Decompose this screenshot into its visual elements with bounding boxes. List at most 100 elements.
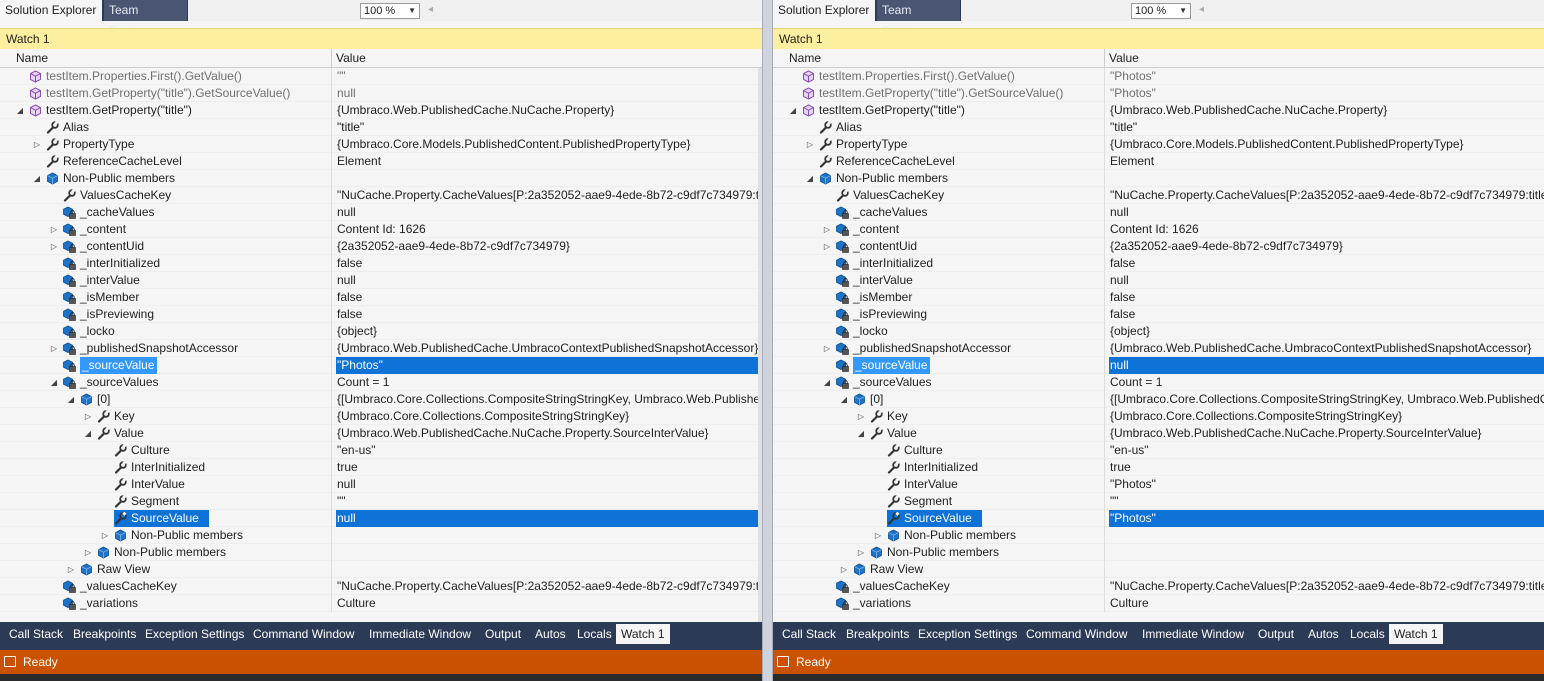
watch-row-value[interactable]: null bbox=[1109, 272, 1544, 289]
watch-row-value[interactable]: {Umbraco.Web.PublishedCache.UmbracoConte… bbox=[1109, 340, 1544, 357]
watch-row-0[interactable]: ◢ [0] {[Umbraco.Core.Collections.Composite… bbox=[0, 391, 762, 408]
tab-autos[interactable]: Autos bbox=[1303, 624, 1344, 644]
watch-row-value[interactable]: "Photos" bbox=[1109, 476, 1544, 493]
watch-row-interinitialized[interactable]: InterInitialized true bbox=[773, 459, 1544, 476]
tab-call-stack[interactable]: Call Stack bbox=[777, 624, 841, 644]
watch-row-sourcevalues[interactable]: ◢ _sourceValues Count = 1 bbox=[0, 374, 762, 391]
watch-row-value[interactable]: "Photos" bbox=[1109, 85, 1544, 102]
watch-row-value[interactable]: "NuCache.Property.CacheValues[P:2a352052… bbox=[1109, 187, 1544, 204]
watch-row-value[interactable]: {Umbraco.Web.PublishedCache.NuCache.Prop… bbox=[1109, 102, 1544, 119]
watch-row-value[interactable]: "" bbox=[336, 493, 762, 510]
watch-row-content[interactable]: ▷ _content Content Id: 1626 bbox=[773, 221, 1544, 238]
watch-row-value[interactable]: null bbox=[1109, 357, 1544, 374]
watch-row-value[interactable]: Count = 1 bbox=[1109, 374, 1544, 391]
expand-arrow-icon[interactable]: ▷ bbox=[49, 340, 59, 357]
tab-call-stack[interactable]: Call Stack bbox=[4, 624, 68, 644]
watch-row-non-public-members[interactable]: ▷ Non-Public members bbox=[773, 527, 1544, 544]
watch-row-valuescachekey[interactable]: _valuesCacheKey "NuCache.Property.CacheVa… bbox=[0, 578, 762, 595]
watch-row-value[interactable]: true bbox=[336, 459, 762, 476]
expand-arrow-icon[interactable]: ▷ bbox=[32, 136, 42, 153]
watch-row-value[interactable] bbox=[336, 544, 762, 561]
tab-immediate-window[interactable]: Immediate Window bbox=[364, 624, 476, 644]
watch-row-value[interactable] bbox=[1109, 544, 1544, 561]
watch-row-value[interactable]: {Umbraco.Web.PublishedCache.NuCache.Prop… bbox=[336, 425, 762, 442]
watch-row-locko[interactable]: _locko {object} bbox=[0, 323, 762, 340]
watch-row-testitem-properties-first-getvalue[interactable]: testItem.Properties.First().GetValue() "P… bbox=[773, 68, 1544, 85]
watch-row-value[interactable]: {Umbraco.Core.Models.PublishedContent.Pu… bbox=[1109, 136, 1544, 153]
watch-row-alias[interactable]: Alias "title" bbox=[773, 119, 1544, 136]
watch-row-referencecachelevel[interactable]: ReferenceCacheLevel Element bbox=[773, 153, 1544, 170]
watch-row-contentuid[interactable]: ▷ _contentUid {2a352052-aae9-4ede-8b72-c9d… bbox=[773, 238, 1544, 255]
watch-row-value[interactable]: null bbox=[336, 476, 762, 493]
watch-row-testitem-properties-first-getvalue[interactable]: testItem.Properties.First().GetValue() "" bbox=[0, 68, 762, 85]
tab-command-window[interactable]: Command Window bbox=[248, 624, 359, 644]
zoom-select[interactable]: 100 % ▼ bbox=[1131, 3, 1191, 19]
watch-row-propertytype[interactable]: ▷ PropertyType {Umbraco.Core.Models.Publis… bbox=[773, 136, 1544, 153]
value-column-header[interactable]: Value bbox=[336, 49, 366, 67]
watch-row-referencecachelevel[interactable]: ReferenceCacheLevel Element bbox=[0, 153, 762, 170]
watch-row-raw-view[interactable]: ▷ Raw View bbox=[773, 561, 1544, 578]
watch-row-interinitialized[interactable]: _interInitialized false bbox=[773, 255, 1544, 272]
tab-breakpoints[interactable]: Breakpoints bbox=[841, 624, 914, 644]
watch-row-value[interactable] bbox=[336, 561, 762, 578]
watch-row-ismember[interactable]: _isMember false bbox=[0, 289, 762, 306]
watch-row-intervalue[interactable]: InterValue "Photos" bbox=[773, 476, 1544, 493]
tab-team-explorer[interactable]: Team Explorer bbox=[877, 0, 960, 38]
watch-row-value[interactable]: {2a352052-aae9-4ede-8b72-c9df7c734979} bbox=[1109, 238, 1544, 255]
value-column-header[interactable]: Value bbox=[1109, 49, 1139, 67]
watch-row-non-public-members[interactable]: ◢ Non-Public members bbox=[773, 170, 1544, 187]
watch-row-value[interactable]: null bbox=[336, 272, 762, 289]
watch-row-value[interactable]: Culture bbox=[336, 595, 762, 612]
watch-row-intervalue[interactable]: _interValue null bbox=[773, 272, 1544, 289]
collapse-arrow-icon[interactable]: ◢ bbox=[83, 425, 93, 442]
expand-arrow-icon[interactable]: ▷ bbox=[856, 408, 866, 425]
watch-row-ismember[interactable]: _isMember false bbox=[773, 289, 1544, 306]
scroll-left-icon[interactable]: ◂ bbox=[1199, 4, 1204, 15]
collapse-arrow-icon[interactable]: ◢ bbox=[805, 170, 815, 187]
watch-row-value[interactable]: false bbox=[1109, 289, 1544, 306]
watch-row-non-public-members[interactable]: ▷ Non-Public members bbox=[0, 544, 762, 561]
tab-exception-settings[interactable]: Exception Settings bbox=[140, 624, 249, 644]
zoom-select[interactable]: 100 % ▼ bbox=[360, 3, 420, 19]
expand-arrow-icon[interactable]: ▷ bbox=[66, 561, 76, 578]
name-column-header[interactable]: Name bbox=[789, 49, 821, 67]
watch-row-ispreviewing[interactable]: _isPreviewing false bbox=[773, 306, 1544, 323]
expand-arrow-icon[interactable]: ▷ bbox=[83, 544, 93, 561]
tab-exception-settings[interactable]: Exception Settings bbox=[913, 624, 1022, 644]
collapse-arrow-icon[interactable]: ◢ bbox=[839, 391, 849, 408]
tab-command-window[interactable]: Command Window bbox=[1021, 624, 1132, 644]
watch-row-value[interactable] bbox=[1109, 527, 1544, 544]
expand-arrow-icon[interactable]: ▷ bbox=[83, 408, 93, 425]
expand-arrow-icon[interactable]: ▷ bbox=[839, 561, 849, 578]
watch-row-value[interactable]: "" bbox=[336, 68, 762, 85]
watch-row-intervalue[interactable]: InterValue null bbox=[0, 476, 762, 493]
collapse-arrow-icon[interactable]: ◢ bbox=[66, 391, 76, 408]
watch-row-value[interactable]: false bbox=[1109, 255, 1544, 272]
watch-row-non-public-members[interactable]: ▷ Non-Public members bbox=[0, 527, 762, 544]
tab-output[interactable]: Output bbox=[480, 624, 526, 644]
collapse-arrow-icon[interactable]: ◢ bbox=[788, 102, 798, 119]
expand-arrow-icon[interactable]: ▷ bbox=[100, 527, 110, 544]
watch-row-value[interactable] bbox=[1109, 170, 1544, 187]
watch-row-variations[interactable]: _variations Culture bbox=[0, 595, 762, 612]
watch-row-key[interactable]: ▷ Key {Umbraco.Core.Collections.CompositeS… bbox=[773, 408, 1544, 425]
watch-row-value[interactable]: {[Umbraco.Core.Collections.CompositeStri… bbox=[1109, 391, 1544, 408]
watch-row-value[interactable]: {Umbraco.Web.PublishedCache.UmbracoConte… bbox=[336, 340, 762, 357]
watch-row-testitem-getproperty-title[interactable]: ◢ testItem.GetProperty("title") {Umbraco.W… bbox=[0, 102, 762, 119]
watch-row-value[interactable]: "NuCache.Property.CacheValues[P:2a352052… bbox=[1109, 578, 1544, 595]
watch-row-value[interactable]: "NuCache.Property.CacheValues[P:2a352052… bbox=[336, 187, 762, 204]
watch-row-raw-view[interactable]: ▷ Raw View bbox=[0, 561, 762, 578]
watch-row-interinitialized[interactable]: InterInitialized true bbox=[0, 459, 762, 476]
tab-watch-1[interactable]: Watch 1 bbox=[1389, 624, 1443, 644]
tab-output[interactable]: Output bbox=[1253, 624, 1299, 644]
tab-locals[interactable]: Locals bbox=[572, 624, 617, 644]
tab-immediate-window[interactable]: Immediate Window bbox=[1137, 624, 1249, 644]
watch-row-value[interactable] bbox=[336, 170, 762, 187]
collapse-arrow-icon[interactable]: ◢ bbox=[49, 374, 59, 391]
watch-row-cachevalues[interactable]: _cacheValues null bbox=[773, 204, 1544, 221]
watch-row-valuescachekey[interactable]: _valuesCacheKey "NuCache.Property.CacheVa… bbox=[773, 578, 1544, 595]
watch-row-value[interactable]: false bbox=[336, 289, 762, 306]
watch-row-value[interactable]: false bbox=[336, 255, 762, 272]
watch-row-value[interactable]: ◢ Value {Umbraco.Web.PublishedCache.NuCach… bbox=[0, 425, 762, 442]
watch-row-value[interactable]: {object} bbox=[1109, 323, 1544, 340]
